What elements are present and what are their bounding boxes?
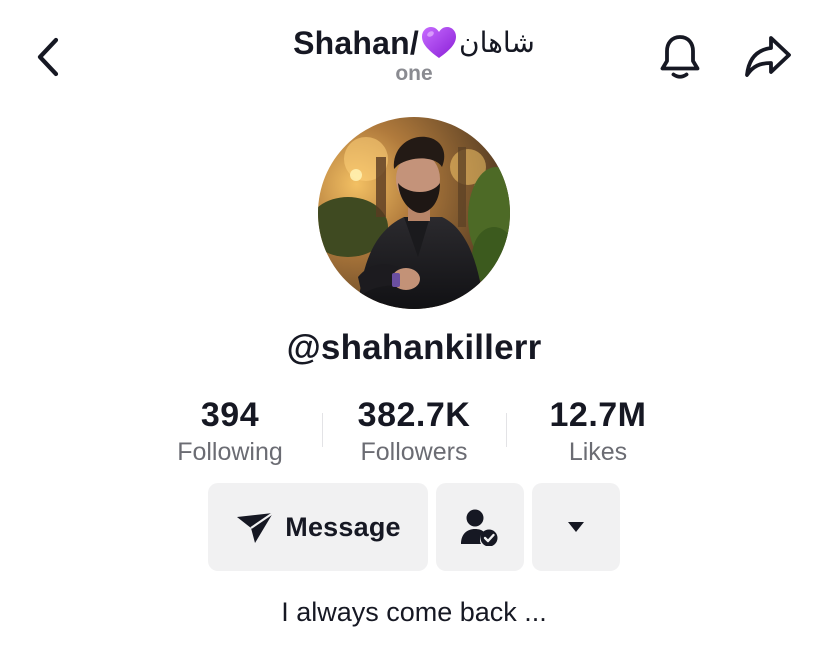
message-button[interactable]: Message — [208, 483, 428, 571]
message-button-label: Message — [285, 511, 401, 542]
profile-bio: I always come back ... — [281, 597, 547, 627]
stat-following[interactable]: 394 Following — [138, 393, 322, 468]
stat-followers-value: 382.7K — [357, 396, 471, 434]
send-plane-icon — [237, 512, 274, 543]
share-button[interactable] — [742, 32, 794, 82]
purple-heart-icon — [422, 27, 456, 58]
person-check-icon — [461, 509, 498, 546]
more-options-button[interactable] — [532, 483, 620, 571]
notifications-button[interactable] — [656, 32, 704, 82]
chevron-left-icon — [37, 37, 59, 77]
stat-likes-label: Likes — [568, 438, 628, 466]
bell-icon — [660, 35, 700, 79]
profile-display-name: Shahan/ شاهان — [293, 22, 535, 64]
avatar[interactable] — [318, 117, 510, 309]
stat-likes[interactable]: 12.7M Likes — [506, 393, 690, 468]
stat-followers[interactable]: 382.7K Followers — [322, 393, 506, 468]
profile-stats: 394 Following 382.7K Followers 12.7M Lik… — [138, 393, 690, 473]
profile-subtitle: one — [395, 62, 433, 85]
following-status-button[interactable] — [436, 483, 524, 571]
caret-down-icon — [568, 522, 584, 532]
top-bar: Shahan/ شاهان one — [0, 0, 828, 100]
username-handle: @shahankillerr — [286, 328, 542, 367]
share-arrow-icon — [745, 36, 791, 77]
back-button[interactable] — [28, 34, 68, 80]
stat-likes-value: 12.7M — [549, 396, 647, 434]
display-name-latin: Shahan/ — [293, 25, 419, 61]
stat-following-value: 394 — [200, 396, 260, 434]
profile-title-block: Shahan/ شاهان one — [214, 22, 614, 86]
display-name-arabic: شاهان — [459, 26, 535, 59]
stat-followers-label: Followers — [360, 438, 468, 466]
stat-following-label: Following — [177, 438, 283, 466]
profile-photo — [318, 117, 510, 309]
